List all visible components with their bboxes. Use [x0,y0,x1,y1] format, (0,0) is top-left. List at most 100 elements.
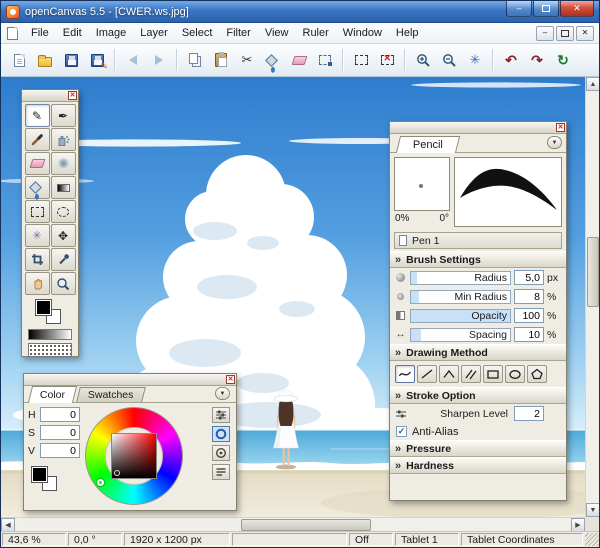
menu-help[interactable]: Help [389,24,426,42]
tool-blur-button[interactable] [50,152,76,175]
method-ellipse-button[interactable] [505,365,525,383]
section-pressure[interactable]: » Pressure [390,440,566,457]
menu-file[interactable]: File [24,24,56,42]
method-polygon-button[interactable] [527,365,547,383]
scroll-right-button[interactable]: ▶ [571,518,585,532]
tab-pencil[interactable]: Pencil [395,136,461,153]
tool-eraser-button[interactable] [24,152,50,175]
menu-select[interactable]: Select [175,24,220,42]
method-line-button[interactable] [417,365,437,383]
brush-panel-menu-button[interactable]: ▼ [547,136,562,149]
menu-layer[interactable]: Layer [133,24,175,42]
tool-zoom-button[interactable] [50,272,76,295]
method-hatch-button[interactable] [461,365,481,383]
opacity-slider[interactable]: Opacity [410,308,511,323]
fill-button[interactable] [260,47,286,73]
menu-image[interactable]: Image [89,24,134,42]
spacing-slider[interactable]: Spacing [410,327,511,342]
tool-lasso-button[interactable] [50,200,76,223]
brush-panel-close-button[interactable]: ✕ [556,123,565,132]
min-radius-slider[interactable]: Min Radius [410,289,511,304]
opacity-value-field[interactable] [514,308,544,323]
saturation-value-field[interactable] [40,425,80,440]
open-button[interactable] [32,47,58,73]
value-value-field[interactable] [40,443,80,458]
section-drawing-method[interactable]: » Drawing Method [390,344,566,361]
tool-move-button[interactable]: ✥ [50,224,76,247]
color-panel-menu-button[interactable]: ▼ [215,387,230,400]
minimize-button[interactable]: – [506,1,532,17]
mdi-minimize-button[interactable]: – [536,25,554,41]
scroll-down-button[interactable]: ▼ [586,503,599,517]
copy-button[interactable] [182,47,208,73]
tool-pencil-button[interactable]: ✎ [24,104,50,127]
mdi-close-button[interactable]: ✕ [576,25,594,41]
section-hardness[interactable]: » Hardness [390,457,566,474]
preview-scale-value[interactable]: 0% [395,213,409,224]
undo-button[interactable]: ↶ [498,47,524,73]
tab-swatches[interactable]: Swatches [76,387,146,402]
gradient-preview[interactable] [28,329,72,340]
pattern-preview[interactable] [28,343,72,357]
sharpen-level-field[interactable] [514,406,544,421]
save-button[interactable] [58,47,84,73]
vertical-scrollbar[interactable]: ▲ ▼ [585,77,599,517]
close-button[interactable]: ✕ [560,1,594,17]
color-wheel[interactable] [85,407,183,505]
preset-row[interactable]: Pen 1 [394,232,562,249]
tool-fill-button[interactable] [24,176,50,199]
anti-alias-checkbox[interactable]: ✓ [396,426,407,437]
select-rectangle-button[interactable] [348,47,374,73]
tool-pen-button[interactable]: ✒ [50,104,76,127]
zoom-in-button[interactable] [410,47,436,73]
tool-magic-wand-button[interactable]: ✳ [24,224,50,247]
menu-view[interactable]: View [258,24,296,42]
resize-grip[interactable] [585,533,599,546]
min-radius-value-field[interactable] [514,289,544,304]
tool-hand-button[interactable] [24,272,50,295]
cut-button[interactable]: ✂ [234,47,260,73]
method-rectangle-button[interactable] [483,365,503,383]
section-brush-settings[interactable]: » Brush Settings [390,251,566,268]
tool-gradient-button[interactable] [50,176,76,199]
forward-button[interactable] [146,47,172,73]
menu-window[interactable]: Window [336,24,389,42]
menu-ruler[interactable]: Ruler [296,24,336,42]
deselect-button[interactable] [374,47,400,73]
transform-button[interactable] [312,47,338,73]
redo-button[interactable]: ↷ [524,47,550,73]
brush-tip-preview[interactable] [394,157,450,211]
menu-filter[interactable]: Filter [219,24,257,42]
tool-brush-button[interactable] [24,128,50,151]
new-document-button[interactable] [6,47,32,73]
save-as-button[interactable] [84,47,110,73]
current-foreground-chip[interactable] [31,466,48,483]
hue-value-field[interactable] [40,407,80,422]
back-button[interactable] [120,47,146,73]
method-polyline-button[interactable] [439,365,459,383]
slider-mode-button[interactable] [212,407,230,423]
saturation-value-cursor[interactable] [114,470,120,476]
zoom-out-button[interactable] [436,47,462,73]
scroll-left-button[interactable]: ◀ [1,518,15,532]
brush-panel-titlebar[interactable]: ✕ [390,122,566,134]
scroll-up-button[interactable]: ▲ [586,77,599,91]
hue-cursor[interactable] [97,479,104,486]
vertical-scroll-thumb[interactable] [587,237,599,307]
refresh-button[interactable]: ↻ [550,47,576,73]
spacing-value-field[interactable] [514,327,544,342]
method-freehand-button[interactable] [395,365,415,383]
maximize-button[interactable] [533,1,559,17]
tool-select-rectangle-button[interactable] [24,200,50,223]
saturation-value-square[interactable] [111,433,157,479]
horizontal-scroll-thumb[interactable] [241,519,371,531]
section-stroke-option[interactable]: » Stroke Option [390,387,566,404]
foreground-color-chip[interactable] [35,299,52,316]
radius-slider[interactable]: Radius [410,270,511,285]
mdi-restore-button[interactable] [556,25,574,41]
eraser-button[interactable] [286,47,312,73]
tool-palette-titlebar[interactable]: ✕ [22,90,78,102]
menu-edit[interactable]: Edit [56,24,89,42]
tool-crop-button[interactable] [24,248,50,271]
list-mode-button[interactable] [212,464,230,480]
